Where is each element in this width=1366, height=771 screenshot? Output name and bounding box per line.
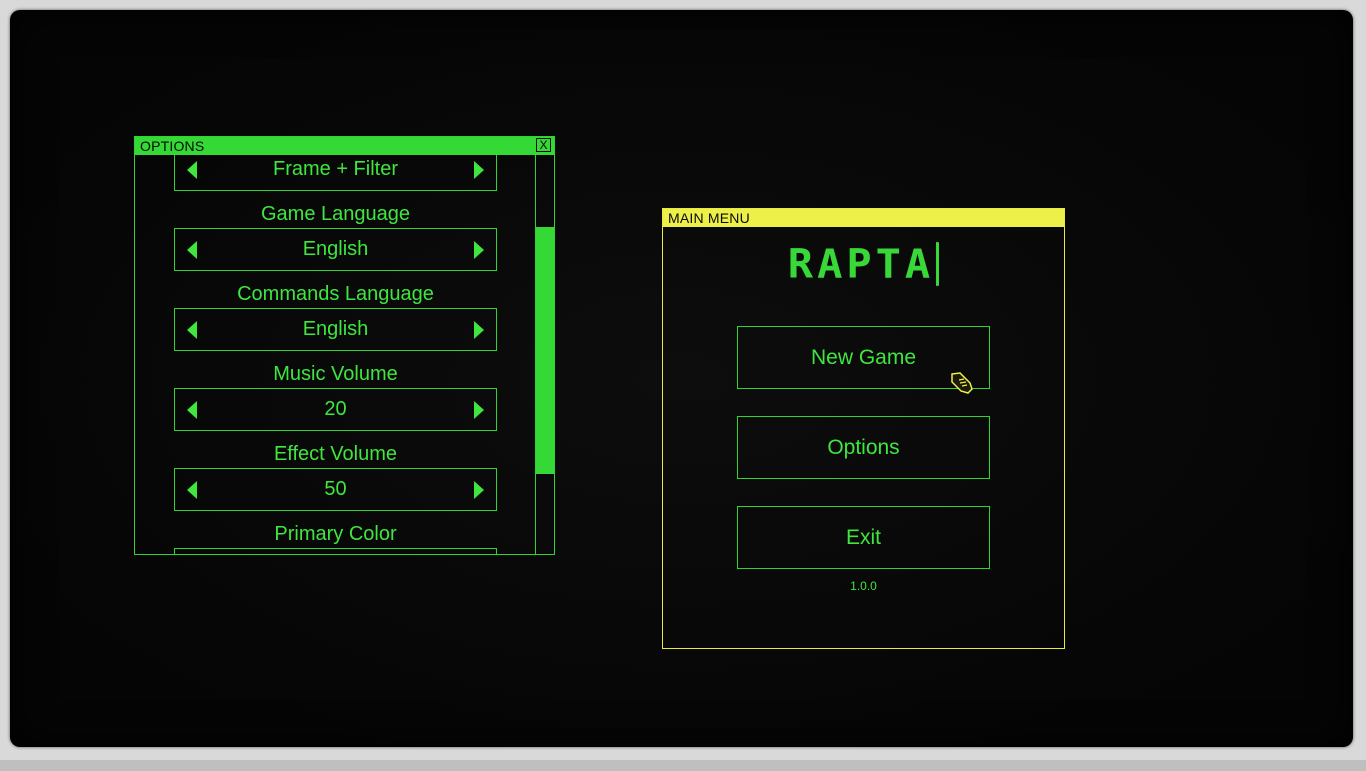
arrow-right-icon[interactable]	[474, 400, 484, 419]
music-volume-selector: 20	[174, 388, 497, 431]
commands-language-selector: English	[174, 308, 497, 351]
bottom-bezel	[0, 760, 1366, 771]
arrow-right-icon[interactable]	[474, 480, 484, 499]
main-menu-title: MAIN MENU	[668, 210, 750, 226]
music-volume-label: Music Volume	[273, 363, 398, 385]
primary-color-label: Primary Color	[274, 523, 397, 545]
arrow-right-icon[interactable]	[474, 160, 484, 179]
options-scrollbar[interactable]	[535, 155, 554, 554]
options-button[interactable]: Options	[737, 416, 990, 479]
arrow-left-icon[interactable]	[187, 160, 197, 179]
arrow-right-icon[interactable]	[474, 240, 484, 259]
options-titlebar[interactable]: OPTIONS X	[135, 137, 554, 155]
game-language-value: English	[302, 238, 369, 260]
commands-language-value: English	[302, 318, 369, 340]
display-mode-selector: Frame + Filter	[174, 155, 497, 191]
arrow-left-icon[interactable]	[187, 480, 197, 499]
text-caret	[936, 241, 940, 286]
arrow-left-icon[interactable]	[187, 400, 197, 419]
game-logo: RAPTA	[663, 240, 1064, 287]
scrollbar-thumb[interactable]	[536, 227, 554, 474]
close-button[interactable]: X	[536, 138, 551, 152]
arrow-left-icon[interactable]	[187, 320, 197, 339]
arrow-right-icon[interactable]	[474, 320, 484, 339]
hand-cursor-icon	[951, 372, 973, 394]
options-window: OPTIONS X Frame + Filter Game Language E…	[134, 136, 555, 555]
primary-color-selector[interactable]	[174, 548, 497, 554]
effect-volume-selector: 50	[174, 468, 497, 511]
game-language-label: Game Language	[260, 203, 410, 225]
game-language-selector: English	[174, 228, 497, 271]
game-title-text: RAPTA	[787, 240, 935, 287]
version-label: 1.0.0	[850, 579, 877, 593]
music-volume-value: 20	[324, 398, 347, 420]
effect-volume-value: 50	[324, 478, 347, 500]
effect-volume-label: Effect Volume	[273, 443, 398, 465]
commands-language-label: Commands Language	[237, 283, 434, 305]
display-mode-value: Frame + Filter	[272, 158, 399, 180]
main-menu-titlebar[interactable]: MAIN MENU	[663, 209, 1064, 227]
options-list: Frame + Filter Game Language English Com…	[135, 155, 536, 554]
exit-button[interactable]: Exit	[737, 506, 990, 569]
options-title: OPTIONS	[140, 138, 205, 154]
main-menu-window: MAIN MENU RAPTA New Game Options Exit 1.…	[662, 208, 1065, 649]
arrow-left-icon[interactable]	[187, 240, 197, 259]
